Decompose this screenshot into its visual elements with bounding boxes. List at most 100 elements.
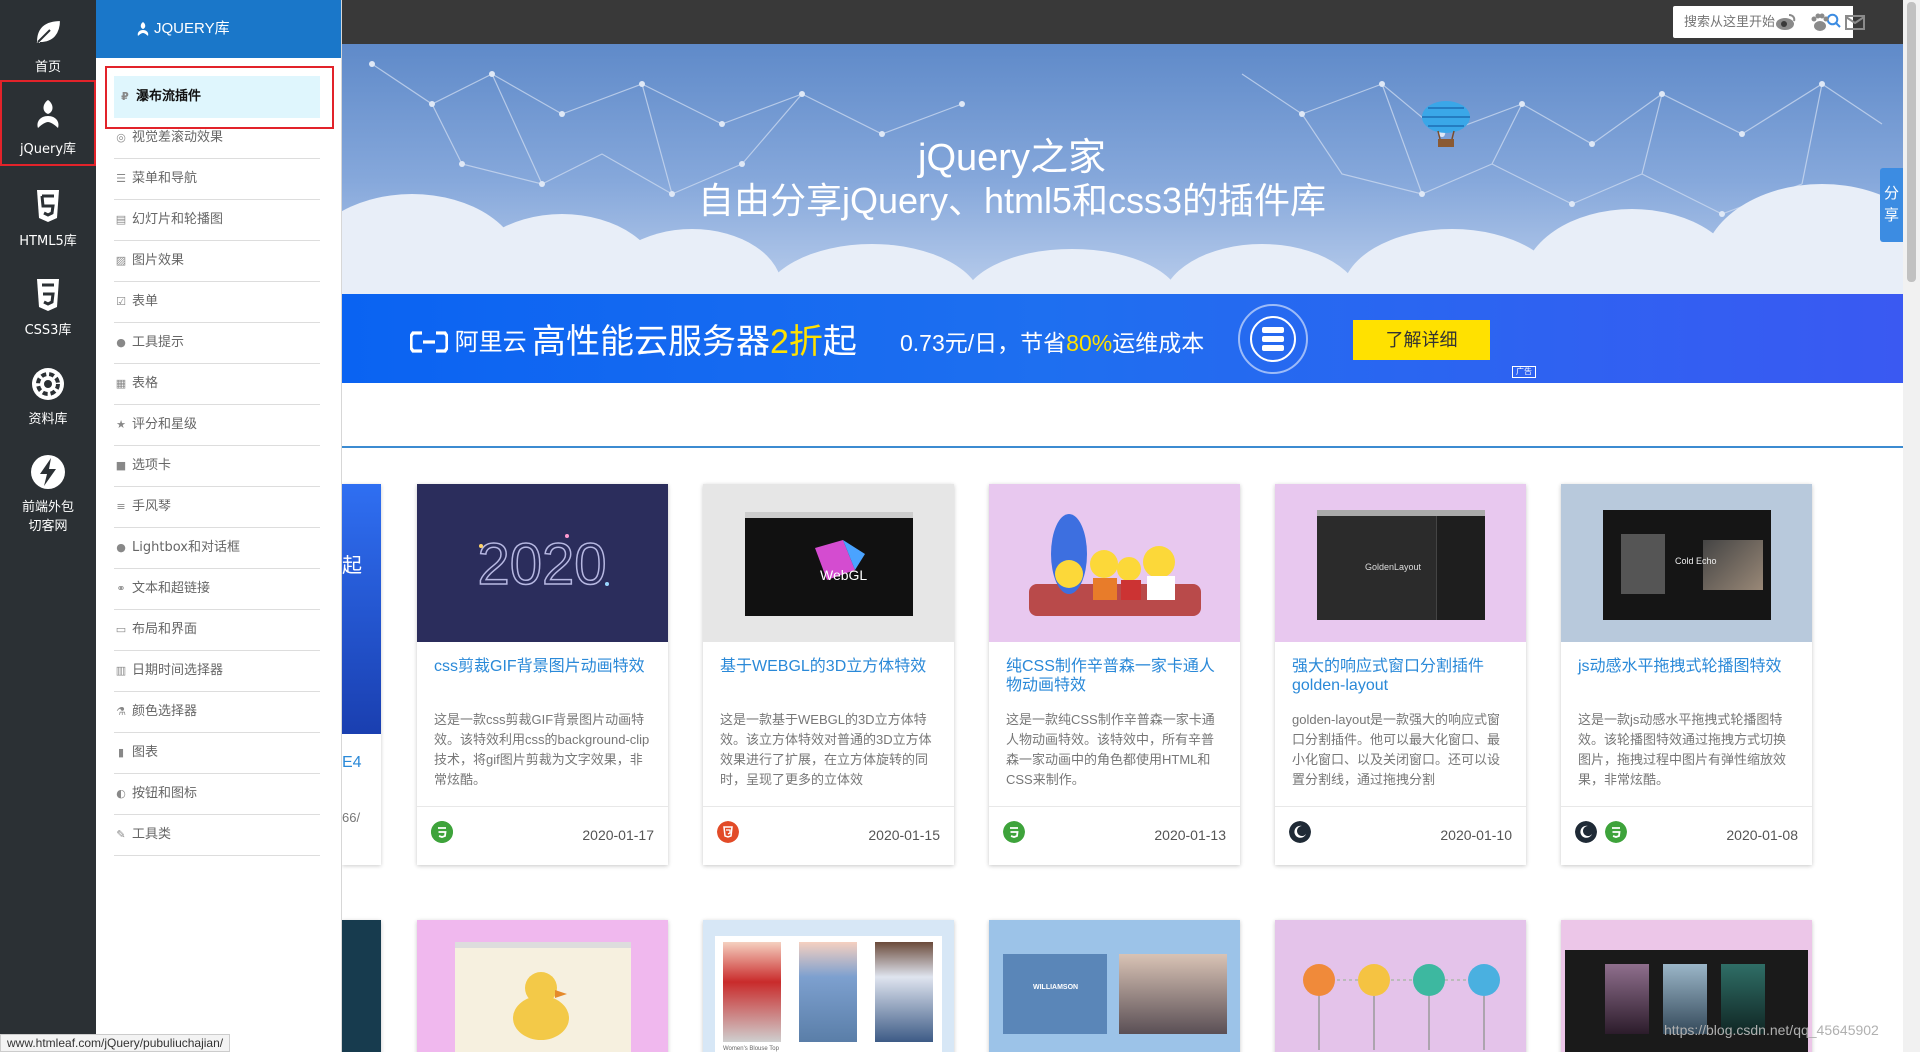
- card-thumb[interactable]: 2020: [417, 484, 668, 642]
- plugin-card[interactable]: 纯CSS制作辛普森一家卡通人物动画特效 这是一款纯CSS制作辛普森一家卡通人物动…: [989, 484, 1240, 865]
- scrollbar-thumb[interactable]: [1907, 2, 1916, 282]
- wrench-icon: ✎: [116, 828, 126, 841]
- rail-item-outsourcing[interactable]: 前端外包 切客网: [0, 452, 96, 534]
- menu-item-label: 工具类: [132, 827, 172, 842]
- menu-item-label: 按钮和图标: [132, 786, 198, 801]
- thumb-art-text: WebGL: [820, 567, 867, 583]
- rail-item-jquery[interactable]: jQuery库: [0, 80, 96, 166]
- card-date: 2020-01-10: [1440, 827, 1512, 843]
- menu-item-datepicker[interactable]: ▥ 日期时间选择器: [114, 651, 320, 692]
- ad-details-button[interactable]: 了解详细: [1353, 320, 1490, 360]
- card-date: 2020-01-15: [868, 827, 940, 843]
- menu-item-parallax[interactable]: ◎ 视觉差滚动效果: [114, 118, 320, 159]
- menu-item-label: 工具提示: [132, 335, 185, 350]
- plugin-card-partial[interactable]: [342, 920, 381, 1052]
- thumb-window: Women's Blouse Top: [715, 936, 942, 1052]
- plugin-card[interactable]: GoldenLayout 强大的响应式窗口分割插件golden-layout g…: [1275, 484, 1526, 865]
- card-thumb[interactable]: Cold Echo: [1561, 484, 1812, 642]
- thumb-slide: WILLIAMSON: [1003, 954, 1107, 1034]
- rail-item-html5[interactable]: HTML5库: [0, 186, 96, 249]
- card-description: 这是一款纯CSS制作辛普森一家卡通人物动画特效。该特效中，所有辛普森一家动画中的…: [1006, 712, 1215, 787]
- menu-item-image-effects[interactable]: ▨ 图片效果: [114, 241, 320, 282]
- plugin-card[interactable]: WebGL 基于WEBGL的3D立方体特效 这是一款基于WEBGL的3D立方体特…: [703, 484, 954, 865]
- menu-item-text-links[interactable]: ⚭ 文本和超链接: [114, 569, 320, 610]
- css3-badge-icon: [1605, 821, 1627, 843]
- menu-item-label: 视觉差滚动效果: [132, 130, 224, 145]
- rail-label: jQuery库: [19, 142, 77, 157]
- menu-item-buttons-icons[interactable]: ◐ 按钮和图标: [114, 774, 320, 815]
- thumb-slide: [1605, 964, 1649, 1034]
- menu-item-label: 瀑布流插件: [136, 89, 202, 104]
- card-thumb[interactable]: WebGL: [703, 484, 954, 642]
- image-icon: ▨: [115, 254, 127, 267]
- menu-item-tooltips[interactable]: ● 工具提示: [114, 323, 320, 364]
- icon-rail: 首页 jQuery库 HTML5库 CSS3库 资料库 前端外包 切客网: [0, 0, 96, 1052]
- menu-item-label: 文本和超链接: [132, 581, 211, 596]
- menu-item-tables[interactable]: ▦ 表格: [114, 364, 320, 405]
- plugin-card[interactable]: 2020 css剪裁GIF背景图片动画特效 这是一款css剪裁GIF背景图片动画…: [417, 484, 668, 865]
- mail-icon[interactable]: [1843, 10, 1867, 34]
- card-thumb[interactable]: [989, 484, 1240, 642]
- card-title[interactable]: 基于WEBGL的3D立方体特效: [720, 657, 940, 676]
- film-icon: ▤: [115, 213, 127, 226]
- menu-item-lightbox[interactable]: ● Lightbox和对话框: [114, 528, 320, 569]
- menu-list: ₽ 瀑布流插件 ◎ 视觉差滚动效果 ☰ 菜单和导航 ▤ 幻灯片和轮播图 ▨ 图片效果 ☑ 表…: [114, 76, 320, 856]
- thumb-window: GoldenLayout: [1317, 510, 1485, 620]
- menu-item-label: 图片效果: [132, 253, 185, 268]
- page-scrollbar[interactable]: [1903, 0, 1920, 1052]
- menu-item-layout[interactable]: ▭ 布局和界面: [114, 610, 320, 651]
- plugin-card[interactable]: WILLIAMSON: [989, 920, 1240, 1052]
- list-icon: ☰: [116, 172, 126, 185]
- menu-item-slideshow[interactable]: ▤ 幻灯片和轮播图: [114, 200, 320, 241]
- card-thumb-art: 2020: [477, 531, 609, 598]
- rail-item-resources[interactable]: 资料库: [0, 364, 96, 427]
- plugin-card[interactable]: [417, 920, 668, 1052]
- rail-item-home[interactable]: 首页: [0, 12, 96, 75]
- table-icon: ▦: [115, 377, 127, 390]
- menu-item-charts[interactable]: ▮ 图表: [114, 733, 320, 774]
- weibo-icon[interactable]: [1774, 10, 1798, 34]
- rail-item-css3[interactable]: CSS3库: [0, 275, 96, 338]
- aliyun-logo-icon: [409, 331, 449, 353]
- card-title[interactable]: 纯CSS制作辛普森一家卡通人物动画特效: [1006, 657, 1226, 695]
- menu-item-menus[interactable]: ☰ 菜单和导航: [114, 159, 320, 200]
- eye-icon: ◎: [116, 131, 126, 144]
- ad-banner[interactable]: 阿里云 高性能云服务器2折起 0.73元/日，节省80%运维成本 了解详细 广告: [342, 294, 1903, 383]
- menu-item-waterfall[interactable]: ₽ 瀑布流插件: [114, 76, 320, 118]
- thumb-window: Cold Echo: [1603, 510, 1771, 620]
- card-partial[interactable]: 起 E4 66/: [342, 484, 381, 865]
- card-title[interactable]: css剪裁GIF背景图片动画特效: [434, 657, 654, 676]
- flask-icon: ⚗: [116, 705, 126, 718]
- toggle-icon: ◐: [116, 787, 126, 800]
- menu-item-forms[interactable]: ☑ 表单: [114, 282, 320, 323]
- share-tab[interactable]: 分 享: [1880, 168, 1903, 242]
- menu-item-label: 菜单和导航: [132, 171, 198, 186]
- plugin-card[interactable]: Cold Echo js动感水平拖拽式轮播图特效 这是一款js动感水平拖拽式轮播…: [1561, 484, 1812, 865]
- menu-item-label: 颜色选择器: [132, 704, 198, 719]
- card-thumb[interactable]: GoldenLayout: [1275, 484, 1526, 642]
- paw-icon[interactable]: [1808, 10, 1832, 34]
- ad-headline-b: 起: [822, 323, 857, 361]
- plugin-card[interactable]: Women's Blouse Top: [703, 920, 954, 1052]
- card-footer: 2020-01-08: [1561, 806, 1812, 865]
- card-title[interactable]: js动感水平拖拽式轮播图特效: [1578, 657, 1798, 676]
- ad-label: 广告: [1512, 366, 1536, 378]
- menu-item-accordion[interactable]: ≡ 手风琴: [114, 487, 320, 528]
- thumb-art-text: Women's Blouse Top: [723, 1046, 779, 1052]
- menu-item-ratings[interactable]: ★ 评分和星级: [114, 405, 320, 446]
- checkbox-icon: ☑: [116, 295, 126, 308]
- card-date: 2020-01-17: [582, 827, 654, 843]
- ad-headline-highlight: 2折: [770, 323, 823, 361]
- plugin-card[interactable]: [1275, 920, 1526, 1052]
- menu-item-label: 图表: [132, 745, 159, 760]
- card-footer: 2020-01-17: [417, 806, 668, 865]
- calendar-icon: ▥: [115, 664, 127, 677]
- html5-badge-icon: [717, 821, 739, 843]
- menu-item-tabs[interactable]: ■ 选项卡: [114, 446, 320, 487]
- menu-item-tools[interactable]: ✎ 工具类: [114, 815, 320, 856]
- thumb-slide: [1119, 954, 1227, 1034]
- card-title[interactable]: 强大的响应式窗口分割插件golden-layout: [1292, 657, 1512, 695]
- menu-item-colorpicker[interactable]: ⚗ 颜色选择器: [114, 692, 320, 733]
- ad-brand: 阿里云: [409, 322, 527, 357]
- jquery-logo-icon: [137, 22, 149, 36]
